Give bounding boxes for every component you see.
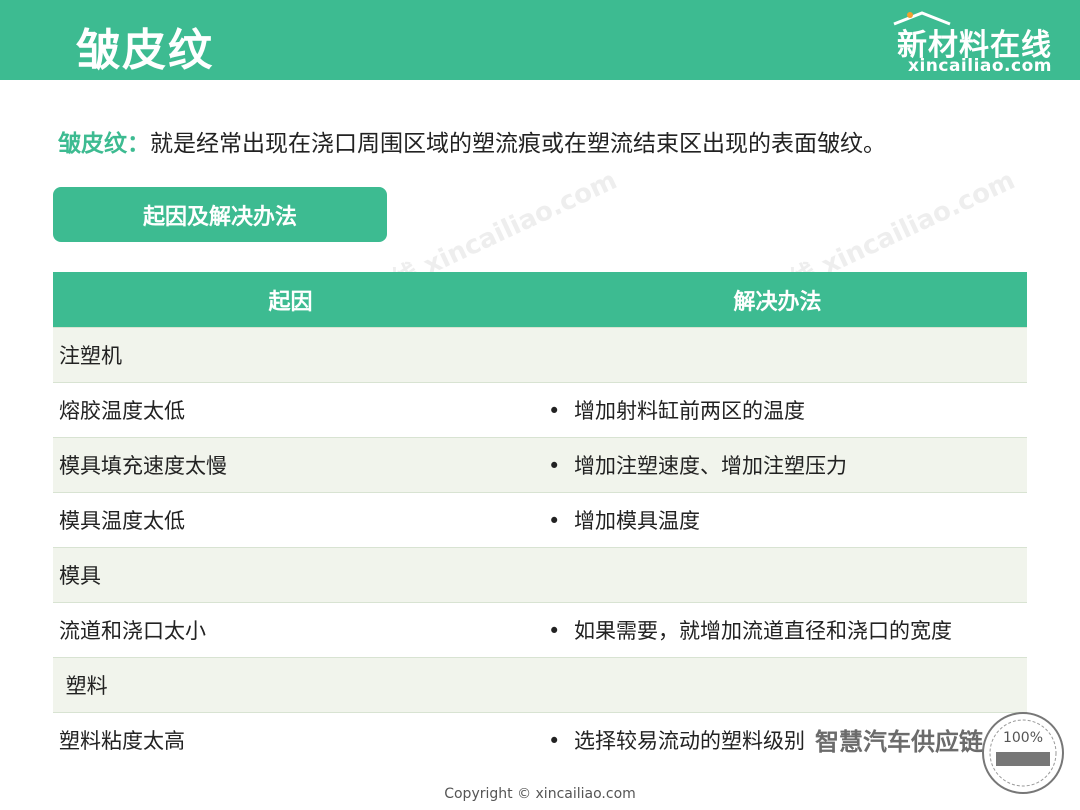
section-label: 起因及解决办法 (53, 187, 387, 242)
cause-solution-table: 起因 解决办法 注塑机 熔胶温度太低 • 增加射料缸前两区的温度 模具填充速度太慢… (53, 272, 1027, 767)
cause-cell: 模具 (53, 547, 528, 603)
cause-cell: 塑料 (53, 657, 528, 713)
brand-logo: 新材料在线 xincailiao.com (882, 8, 1052, 76)
table-row: 模具 (53, 547, 1027, 603)
solution-cell (528, 327, 1027, 383)
solution-cell: • 增加模具温度 (528, 492, 1027, 548)
overlay-channel-name: 智慧汽车供应链 (815, 728, 983, 756)
cause-cell: 模具填充速度太慢 (53, 437, 528, 493)
table-header-row: 起因 解决办法 (53, 272, 1027, 328)
column-header-cause: 起因 (53, 272, 528, 328)
solution-cell: • 增加注塑速度、增加注塑压力 (528, 437, 1027, 493)
logo-english: xincailiao.com (907, 56, 1052, 76)
table-row: 模具填充速度太慢 • 增加注塑速度、增加注塑压力 (53, 437, 1027, 493)
definition-body: 就是经常出现在浇口周围区域的塑流痕或在塑流结束区出现的表面皱纹。 (150, 131, 886, 157)
solution-cell: • 增加射料缸前两区的温度 (528, 382, 1027, 438)
header-bar: 皱皮纹 新材料在线 xincailiao.com (0, 0, 1080, 80)
cause-cell: 流道和浇口太小 (53, 602, 528, 658)
cause-cell: 注塑机 (53, 327, 528, 383)
cause-cell: 熔胶温度太低 (53, 382, 528, 438)
table-row: 注塑机 (53, 327, 1027, 383)
table-row: 熔胶温度太低 • 增加射料缸前两区的温度 (53, 382, 1027, 438)
solution-cell: • 如果需要，就增加流道直径和浇口的宽度 (528, 602, 1027, 658)
page-title: 皱皮纹 (76, 25, 214, 76)
cause-cell: 塑料粘度太高 (53, 712, 528, 767)
stamp-seal-icon: 100% (982, 712, 1064, 794)
solution-cell (528, 547, 1027, 603)
copyright-footer: Copyright © xincailiao.com (444, 786, 636, 802)
table-row: 模具温度太低 • 增加模具温度 (53, 492, 1027, 548)
stamp-text: 100% (1003, 730, 1043, 746)
cause-cell: 模具温度太低 (53, 492, 528, 548)
definition-term: 皱皮纹： (58, 131, 150, 157)
solution-cell (528, 657, 1027, 713)
definition-text: 皱皮纹：就是经常出现在浇口周围区域的塑流痕或在塑流结束区出现的表面皱纹。 (58, 124, 886, 158)
column-header-solution: 解决办法 (528, 272, 1027, 328)
table-row: 流道和浇口太小 • 如果需要，就增加流道直径和浇口的宽度 (53, 602, 1027, 658)
table-row: 塑料 (53, 657, 1027, 713)
